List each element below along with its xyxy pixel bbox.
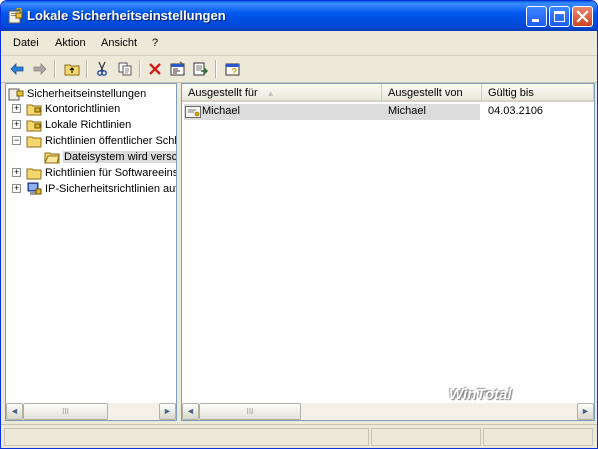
- security-settings-icon: [8, 8, 23, 24]
- close-icon: [576, 10, 589, 23]
- tree-item-root[interactable]: Sicherheitseinstellungen: [8, 86, 146, 102]
- tree-item-label: Richtlinien für Softwareeins: [45, 167, 177, 179]
- export-icon: [193, 62, 208, 76]
- menu-bar: Datei Aktion Ansicht ?: [1, 31, 597, 56]
- export-list-button[interactable]: [191, 59, 211, 79]
- scroll-thumb[interactable]: III: [199, 403, 301, 420]
- tree-expander[interactable]: +: [12, 184, 21, 193]
- scroll-thumb[interactable]: III: [23, 403, 108, 420]
- status-panel: [371, 428, 481, 446]
- maximize-button[interactable]: [549, 6, 570, 27]
- up-one-level-button[interactable]: [62, 59, 82, 79]
- tree-item-lokale-richtlinien[interactable]: Lokale Richtlinien: [26, 117, 131, 133]
- back-button[interactable]: [7, 59, 27, 79]
- tree-item-efs[interactable]: Dateisystem wird versc: [44, 149, 177, 165]
- menu-ansicht[interactable]: Ansicht: [101, 37, 137, 49]
- list-pane[interactable]: Ausgestellt für ▲ Ausgestellt von Gültig…: [181, 83, 595, 421]
- sort-ascending-icon: ▲: [266, 89, 275, 98]
- toolbar: ?: [1, 56, 597, 83]
- toolbar-separator: [54, 60, 56, 78]
- watermark-logo: WinTotal: [449, 386, 512, 403]
- menu-aktion[interactable]: Aktion: [55, 37, 86, 49]
- window-title: Lokale Sicherheitseinstellungen: [27, 8, 226, 23]
- maximize-icon: [554, 11, 565, 22]
- tree-item-label: Dateisystem wird versc: [63, 151, 177, 163]
- tree-item-public-key-policies[interactable]: Richtlinien öffentlicher Schl: [26, 133, 177, 149]
- main-window: Lokale Sicherheitseinstellungen Datei Ak…: [0, 0, 598, 449]
- security-settings-icon: [8, 88, 24, 101]
- cell-issued-by: Michael: [388, 105, 426, 117]
- up-folder-icon: [64, 64, 80, 76]
- column-label: Ausgestellt für: [188, 87, 258, 99]
- column-header-issued-to[interactable]: Ausgestellt für ▲: [182, 84, 382, 102]
- scroll-right-button[interactable]: ►: [577, 403, 594, 420]
- toolbar-separator: [86, 60, 88, 78]
- folder-lock-icon: [26, 120, 42, 132]
- tree-expander[interactable]: +: [12, 120, 21, 129]
- delete-button[interactable]: [145, 59, 165, 79]
- column-label: Ausgestellt von: [388, 87, 463, 99]
- back-arrow-icon: [10, 63, 24, 75]
- status-panel: [483, 428, 593, 446]
- certificate-icon: [185, 106, 201, 118]
- tree-item-label: Richtlinien öffentlicher Schl: [45, 135, 177, 147]
- cell-valid-until: 04.03.2106: [488, 105, 544, 117]
- tree-item-software-restriction[interactable]: Richtlinien für Softwareeins: [26, 165, 177, 181]
- tree-item-label: IP-Sicherheitsrichtlinien auf: [45, 183, 177, 195]
- close-button[interactable]: [572, 6, 593, 27]
- folder-icon: [26, 168, 42, 180]
- cell-issued-to: Michael: [202, 105, 240, 117]
- folder-icon: [26, 136, 42, 148]
- toolbar-separator: [139, 60, 141, 78]
- folder-lock-icon: [26, 104, 42, 116]
- column-header-issued-by[interactable]: Ausgestellt von: [382, 84, 482, 102]
- toolbar-separator: [215, 60, 217, 78]
- svg-text:?: ?: [231, 67, 237, 77]
- tree-expander[interactable]: +: [12, 168, 21, 177]
- forward-button[interactable]: [30, 59, 50, 79]
- menu-help[interactable]: ?: [152, 37, 158, 49]
- status-panel: [4, 428, 369, 446]
- cut-button[interactable]: [92, 59, 112, 79]
- tree-collapser[interactable]: −: [12, 136, 21, 145]
- tree-item-label: Lokale Richtlinien: [45, 119, 132, 131]
- minimize-icon: [532, 19, 539, 22]
- delete-icon: [149, 63, 161, 75]
- copy-icon: [118, 62, 132, 76]
- tree-expander[interactable]: +: [12, 104, 21, 113]
- ip-security-icon: [27, 182, 42, 195]
- column-label: Gültig bis: [488, 87, 534, 99]
- tree-item-label: Sicherheitseinstellungen: [27, 88, 147, 100]
- cut-icon: [97, 61, 107, 76]
- status-bar: [1, 424, 597, 448]
- minimize-button[interactable]: [526, 6, 547, 27]
- copy-button[interactable]: [115, 59, 135, 79]
- help-icon: ?: [225, 63, 240, 77]
- tree-horizontal-scrollbar[interactable]: ◄ III ►: [6, 403, 176, 420]
- tree-pane[interactable]: Sicherheitseinstellungen + Kontorichtlin…: [5, 83, 177, 421]
- menu-datei[interactable]: Datei: [13, 37, 39, 49]
- title-bar[interactable]: Lokale Sicherheitseinstellungen: [1, 1, 597, 31]
- scroll-right-button[interactable]: ►: [159, 403, 176, 420]
- open-folder-icon: [44, 152, 60, 164]
- scroll-left-button[interactable]: ◄: [182, 403, 199, 420]
- list-horizontal-scrollbar[interactable]: ◄ III ►: [182, 403, 594, 420]
- scroll-left-button[interactable]: ◄: [6, 403, 23, 420]
- tree-item-kontorichtlinien[interactable]: Kontorichtlinien: [26, 101, 120, 117]
- column-header-valid-until[interactable]: Gültig bis: [482, 84, 594, 102]
- properties-icon: [170, 61, 185, 76]
- tree-item-ip-security[interactable]: IP-Sicherheitsrichtlinien auf: [26, 181, 177, 197]
- forward-arrow-icon: [33, 63, 47, 75]
- tree-item-label: Kontorichtlinien: [45, 103, 121, 115]
- help-button[interactable]: ?: [223, 59, 243, 79]
- properties-button[interactable]: [168, 59, 188, 79]
